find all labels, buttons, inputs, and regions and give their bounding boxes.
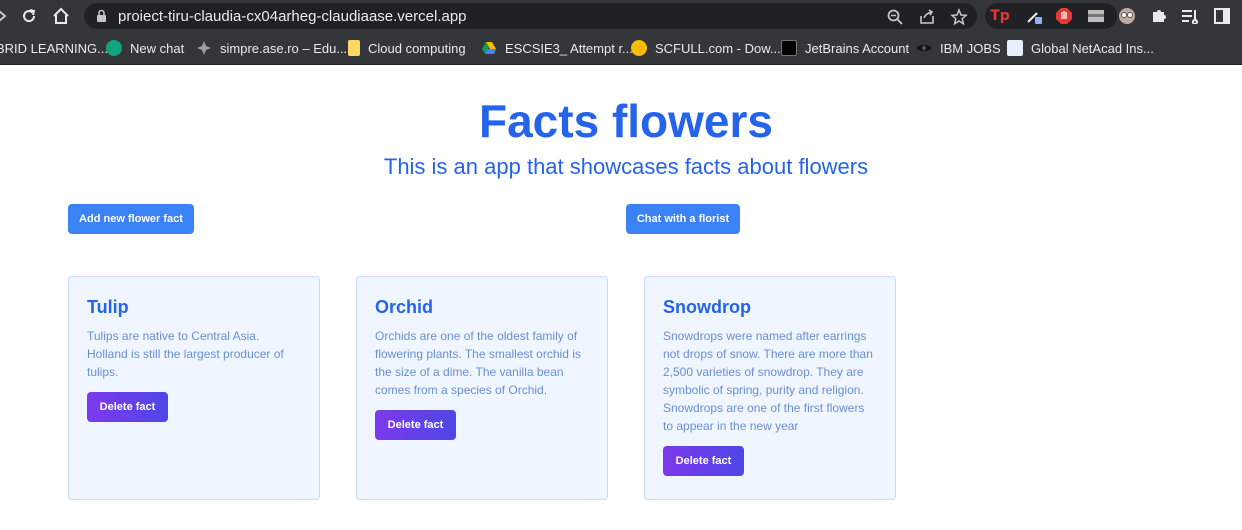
screen-extension-icon[interactable] [1086,6,1106,26]
share-icon[interactable] [918,8,936,26]
bookmark-label: simpre.ase.ro – Edu... [220,40,348,56]
url-text: proiect-tiru-claudia-cx04arheg-claudiaas… [118,8,467,25]
bookmark-star-icon[interactable] [950,7,968,26]
bookmark-item[interactable]: SCFULL.com - Dow... [631,39,781,57]
jetbrains-icon [781,40,797,56]
bookmark-item[interactable]: JetBrains Account [781,39,909,57]
fact-card-orchid: Orchid Orchids are one of the oldest fam… [356,276,608,500]
chat-florist-button[interactable]: Chat with a florist [626,204,740,234]
bookmark-label: BRID LEARNING... [0,40,108,56]
fact-card-tulip: Tulip Tulips are native to Central Asia.… [68,276,320,500]
chatgpt-icon [106,40,122,56]
fact-card-snowdrop: Snowdrop Snowdrops were named after earr… [644,276,896,500]
star-shape-icon [196,40,212,56]
adblock-extension-icon[interactable] [1054,6,1074,26]
card-text: Orchids are one of the oldest family of … [375,329,581,397]
tp-extension-icon[interactable]: Tp [990,6,1010,26]
ibm-icon [916,40,932,56]
bookmark-item[interactable]: IBM JOBS [916,39,1001,57]
lock-icon [96,9,107,28]
bookmark-label: JetBrains Account [805,40,910,56]
bookmark-item[interactable]: Cloud computing [348,39,466,57]
home-icon[interactable] [50,5,72,27]
address-bar[interactable]: proiect-tiru-claudia-cx04arheg-claudiaas… [84,3,977,29]
cisco-icon [1007,40,1023,56]
drive-icon [481,40,497,56]
delete-fact-button[interactable]: Delete fact [663,446,744,476]
delete-fact-button[interactable]: Delete fact [87,392,168,422]
bookmarks-bar: BRID LEARNING... New chat simpre.ase.ro … [0,31,1242,65]
card-title: Tulip [87,297,129,317]
bookmark-item[interactable]: New chat [106,39,184,57]
puzzle-extensions-icon[interactable] [1149,6,1169,26]
bookmark-label: SCFULL.com - Dow... [655,40,781,56]
eyedropper-extension-icon[interactable] [1024,6,1044,26]
bookmark-item[interactable]: ESCSIE3_ Attempt r... [481,39,633,57]
bookmark-label: Cloud computing [368,40,466,56]
reload-icon[interactable] [18,5,40,27]
bookmark-item[interactable]: BRID LEARNING... [0,39,108,57]
lightning-icon [631,40,647,56]
card-title: Snowdrop [663,297,751,317]
card-title: Orchid [375,297,434,317]
side-panel-icon[interactable] [1212,6,1232,26]
zoom-icon[interactable] [886,8,904,26]
delete-fact-button[interactable]: Delete fact [375,410,456,440]
face-extension-icon[interactable] [1117,6,1137,26]
page-content: Facts flowers This is an app that showca… [0,66,1242,530]
add-fact-button[interactable]: Add new flower fact [68,204,194,234]
bookmark-label: New chat [130,40,185,56]
bookmark-label: IBM JOBS [940,40,1001,56]
browser-toolbar: proiect-tiru-claudia-cx04arheg-claudiaas… [0,0,1242,31]
bookmark-label: ESCSIE3_ Attempt r... [505,40,633,56]
bookmark-item[interactable]: simpre.ase.ro – Edu... [196,39,347,57]
reading-list-icon[interactable] [1180,6,1200,26]
card-text: Tulips are native to Central Asia. Holla… [87,329,284,379]
page-subtitle: This is an app that showcases facts abou… [383,154,869,179]
bookmark-item[interactable]: Global NetAcad Ins... [1007,39,1154,57]
card-text: Snowdrops were named after earrings not … [663,329,873,433]
forward-icon[interactable] [0,5,14,27]
folder-icon [348,40,360,56]
page-title: Facts flowers [479,95,773,147]
bookmark-label: Global NetAcad Ins... [1031,40,1154,56]
